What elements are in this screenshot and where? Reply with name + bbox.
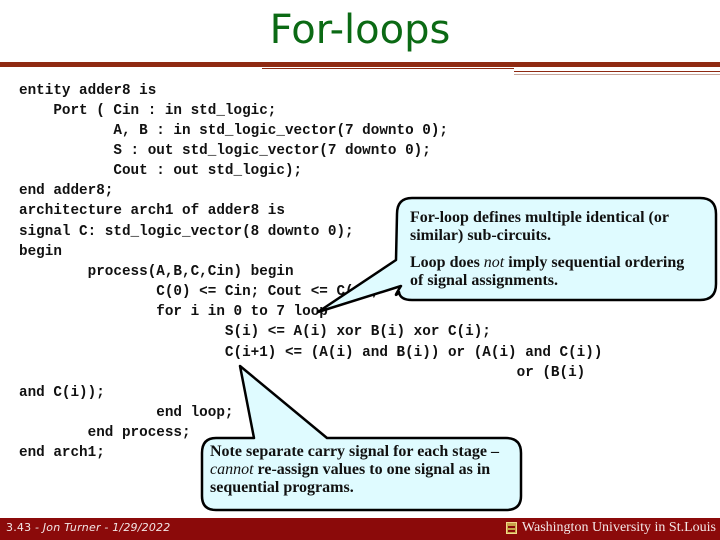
footer-slide-info: 3.43 - Jon Turner - 1/29/2022 [6,521,170,534]
callout-bottom-line: Note separate carry signal for each stag… [210,443,499,460]
university-name: Washington University in St.Louis [521,520,716,535]
callout-emphasis: not [483,254,505,271]
callout-text-part: Loop does [410,254,484,271]
callout-text-part: imply sequential ordering [504,254,685,271]
callout-bottom-line: sequential programs. [210,479,354,496]
callout-emphasis: cannot [210,461,254,478]
callout-top-line: of signal assignments. [410,272,559,289]
callout-top-line: For-loop defines multiple identical (or [410,209,669,226]
callout-top-line: Loop does not imply sequential ordering [410,254,684,272]
footer-author-date: - Jon Turner - 1/29/2022 [31,521,171,534]
callout-text-part: re-assign values to one signal as in [253,461,491,478]
callout-top-line: similar) sub-circuits. [410,227,552,244]
university-logo: Washington University in St.Louis [505,520,716,536]
shield-icon [505,522,517,534]
footer-bar: 3.43 - Jon Turner - 1/29/2022 Washington… [0,518,720,540]
slide-number: 3.43 [6,521,32,534]
callout-bottom-line: cannot re-assign values to one signal as… [210,461,490,479]
